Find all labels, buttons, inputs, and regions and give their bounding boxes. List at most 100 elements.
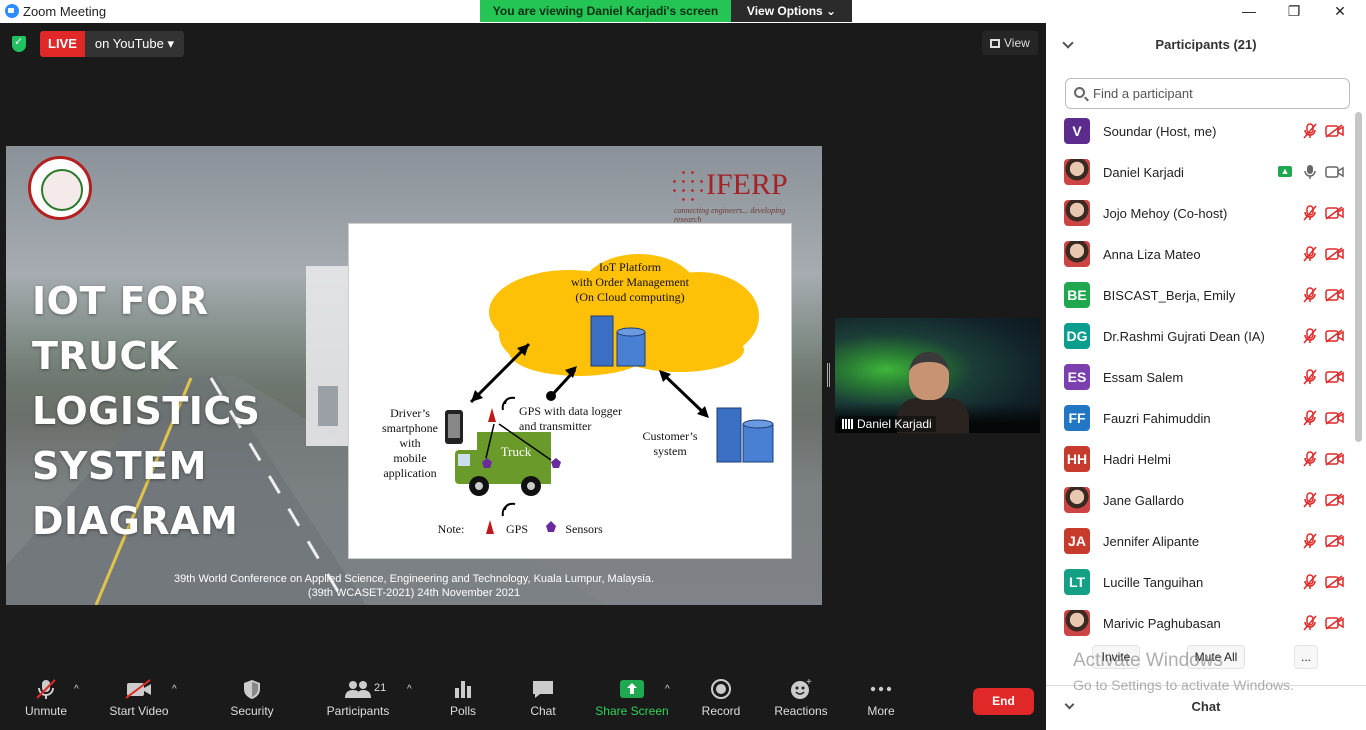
security-button[interactable]: Security: [226, 678, 278, 724]
camera-off-icon[interactable]: [1325, 534, 1344, 548]
participant-row[interactable]: Jane Gallardo: [1046, 481, 1354, 522]
participant-search-input[interactable]: Find a participant: [1065, 78, 1350, 109]
video-options-chevron-icon[interactable]: ^: [172, 684, 177, 695]
participant-row[interactable]: Daniel Karjadi ▲: [1046, 153, 1354, 194]
start-video-label: Start Video: [109, 704, 169, 718]
reactions-smiley-icon: +: [791, 678, 812, 699]
conference-footer-line1: 39th World Conference on Applied Science…: [173, 573, 655, 585]
speaker-name: Daniel Karjadi: [857, 417, 932, 431]
microphone-muted-icon[interactable]: [1302, 287, 1318, 303]
camera-off-icon[interactable]: [1325, 370, 1344, 384]
camera-off-icon[interactable]: [1325, 206, 1344, 220]
participants-actions: Invite Mute All ...: [1046, 645, 1366, 673]
participant-row[interactable]: JA Jennifer Alipante: [1046, 522, 1354, 563]
participant-row[interactable]: DG Dr.Rashmi Gujrati Dean (IA): [1046, 317, 1354, 358]
microphone-muted-icon[interactable]: [1302, 410, 1318, 426]
conference-footer-line2: (39th WCASET-2021) 24th November 2021: [307, 587, 521, 599]
unmute-button[interactable]: Unmute: [20, 678, 72, 724]
participant-name: Dr.Rashmi Gujrati Dean (IA): [1103, 329, 1265, 344]
view-button[interactable]: View: [982, 31, 1038, 55]
microphone-muted-icon[interactable]: [1302, 492, 1318, 508]
polls-button[interactable]: Polls: [444, 678, 482, 724]
live-badge: LIVE: [40, 31, 85, 57]
participant-avatar: [1064, 241, 1090, 267]
minimize-button[interactable]: —: [1234, 1, 1264, 21]
more-button[interactable]: More: [862, 678, 900, 724]
polls-label: Polls: [449, 704, 476, 718]
security-shield-icon: [244, 680, 260, 699]
view-options-button[interactable]: View Options ⌄: [731, 0, 852, 22]
chat-header[interactable]: Chat: [1046, 699, 1366, 714]
microphone-muted-icon[interactable]: [1302, 123, 1318, 139]
reactions-button[interactable]: + Reactions: [772, 678, 830, 724]
microphone-muted-icon[interactable]: [1302, 533, 1318, 549]
share-options-chevron-icon[interactable]: ^: [665, 684, 670, 695]
mute-all-button[interactable]: Mute All: [1187, 645, 1245, 669]
live-stream-control[interactable]: LIVE on YouTube ▾: [40, 31, 184, 57]
participant-avatar: [1064, 200, 1090, 226]
meeting-toolbar: Unmute ^ Start Video ^ Security Particip…: [0, 672, 1046, 730]
audio-options-chevron-icon[interactable]: ^: [74, 684, 79, 695]
camera-icon[interactable]: [1325, 165, 1344, 179]
participant-row[interactable]: Anna Liza Mateo: [1046, 235, 1354, 276]
view-button-label: View: [1004, 36, 1030, 50]
speaker-name-tag: Daniel Karjadi: [838, 416, 936, 432]
microphone-muted-icon[interactable]: [1302, 615, 1318, 631]
participants-more-button[interactable]: ...: [1294, 645, 1318, 669]
split-view-handle[interactable]: [827, 363, 830, 387]
close-button[interactable]: ✕: [1325, 1, 1355, 21]
camera-off-icon[interactable]: [1325, 411, 1344, 425]
camera-off-icon[interactable]: [1325, 288, 1344, 302]
microphone-muted-icon[interactable]: [1302, 328, 1318, 344]
window-title: Zoom Meeting: [23, 4, 107, 19]
participant-row[interactable]: BE BISCAST_Berja, Emily: [1046, 276, 1354, 317]
participant-row[interactable]: HH Hadri Helmi: [1046, 440, 1354, 481]
participants-icon: [345, 681, 371, 698]
more-dots-icon: [870, 686, 892, 692]
participants-options-chevron-icon[interactable]: ^: [407, 684, 412, 695]
microphone-muted-icon[interactable]: [1302, 369, 1318, 385]
participant-row[interactable]: Jojo Mehoy (Co-host): [1046, 194, 1354, 235]
encryption-shield-icon[interactable]: [12, 35, 26, 52]
participant-row[interactable]: LT Lucille Tanguihan: [1046, 563, 1354, 604]
camera-off-icon[interactable]: [1325, 329, 1344, 343]
start-video-button[interactable]: Start Video: [104, 678, 174, 724]
camera-off-icon[interactable]: [1325, 247, 1344, 261]
end-meeting-button[interactable]: End: [973, 688, 1034, 715]
invite-button[interactable]: Invite: [1092, 645, 1140, 669]
participant-row[interactable]: V Soundar (Host, me): [1046, 112, 1354, 153]
zoom-logo-icon: [5, 4, 19, 18]
participants-count: 21: [374, 682, 387, 694]
participant-name: Anna Liza Mateo: [1103, 247, 1201, 262]
microphone-muted-icon[interactable]: [1302, 451, 1318, 467]
participants-list: V Soundar (Host, me) Daniel Karjadi ▲ Jojo M…: [1046, 112, 1354, 639]
camera-off-icon[interactable]: [1325, 124, 1344, 138]
chat-button[interactable]: Chat: [524, 678, 562, 724]
participant-row[interactable]: Marivic Paghubasan: [1046, 604, 1354, 639]
record-button[interactable]: Record: [700, 678, 742, 724]
microphone-muted-icon[interactable]: [1302, 205, 1318, 221]
iferp-globe-icon: [670, 168, 706, 204]
participant-name: Jennifer Alipante: [1103, 534, 1200, 549]
speaker-video-tile[interactable]: Daniel Karjadi: [835, 318, 1040, 433]
microphone-icon[interactable]: [1302, 164, 1318, 180]
maximize-button[interactable]: ❐: [1279, 1, 1309, 21]
participant-name: Daniel Karjadi: [1103, 165, 1184, 180]
camera-off-icon[interactable]: [1325, 575, 1344, 589]
share-screen-button[interactable]: Share Screen: [594, 678, 670, 724]
more-label: More: [867, 704, 895, 718]
polls-chart-icon: [455, 681, 471, 698]
microphone-muted-icon[interactable]: [1302, 246, 1318, 262]
participant-row[interactable]: FF Fauzri Fahimuddin: [1046, 399, 1354, 440]
camera-off-icon[interactable]: [1325, 616, 1344, 630]
participants-scrollbar[interactable]: [1355, 112, 1362, 442]
chat-bubble-icon: [533, 681, 553, 698]
camera-off-icon[interactable]: [1325, 452, 1344, 466]
participant-row[interactable]: ES Essam Salem: [1046, 358, 1354, 399]
live-target-dropdown[interactable]: on YouTube ▾: [84, 31, 184, 57]
participant-avatar: [1064, 487, 1090, 513]
camera-off-icon[interactable]: [1325, 493, 1344, 507]
svg-text:+: +: [806, 678, 812, 688]
participant-avatar: DG: [1064, 323, 1090, 349]
microphone-muted-icon[interactable]: [1302, 574, 1318, 590]
